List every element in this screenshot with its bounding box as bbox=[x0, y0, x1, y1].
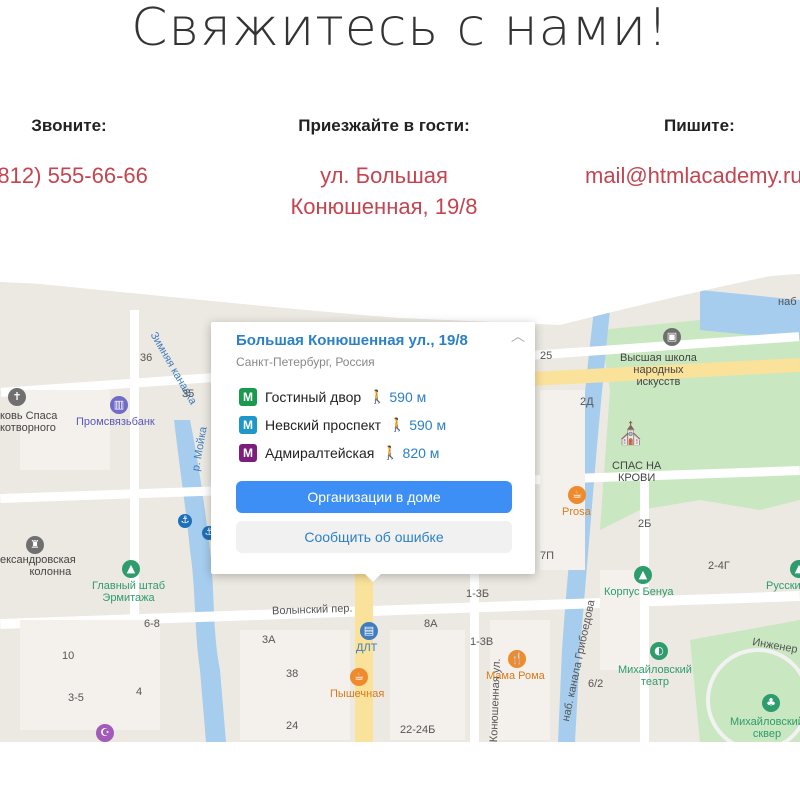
theatre-icon: ◐ bbox=[650, 642, 668, 660]
glavshtab-line-2: Эрмитажа bbox=[102, 592, 155, 604]
map-label-promsvyazbank: Промсвязьбанк bbox=[76, 416, 155, 428]
report-error-button[interactable]: Сообщить об ошибке bbox=[236, 521, 512, 553]
phone-link[interactable]: (812) 555-66-66 bbox=[0, 160, 174, 191]
house-number: 3А bbox=[262, 634, 276, 646]
house-number: 1-3В bbox=[470, 636, 494, 648]
spas-line-1: СПАС НА bbox=[612, 460, 662, 472]
metro-row: М Адмиралтейская 🚶 820 м bbox=[239, 444, 439, 462]
house-number: 8А bbox=[424, 618, 438, 630]
park-icon: ♣ bbox=[762, 694, 780, 712]
address-line-1: ул. Большая bbox=[320, 163, 448, 188]
page-title: Свяжитесь с нами! bbox=[131, 0, 669, 58]
house-number: 22-24Б bbox=[400, 724, 436, 736]
anchor-icon: ⚓ bbox=[178, 514, 192, 528]
metro-icon: М bbox=[239, 388, 257, 406]
organizations-button[interactable]: Организации в доме bbox=[236, 481, 512, 513]
popup-subtitle: Санкт-Петербург, Россия bbox=[236, 355, 375, 369]
museum-icon: ▲ bbox=[634, 566, 652, 584]
address-line-2: Конюшенная, 19/8 bbox=[290, 194, 478, 219]
visit-label: Приезжайте в гости: bbox=[298, 116, 470, 135]
map-label-pyshechnaya: Пышечная bbox=[330, 688, 385, 700]
metro-name: Невский проспект bbox=[265, 417, 382, 433]
church-icon: ✝ bbox=[8, 388, 26, 406]
map-label-church: ковь Спаса котворного bbox=[0, 410, 57, 434]
metro-row: М Гостиный двор 🚶 590 м bbox=[239, 388, 426, 406]
address-link[interactable]: ул. Большая Конюшенная, 19/8 bbox=[274, 160, 494, 222]
house-number: 2-4Г bbox=[708, 560, 730, 572]
house-number: 7П bbox=[540, 550, 555, 562]
religion-icon: ☪ bbox=[96, 724, 114, 742]
house-number: 2Б bbox=[638, 518, 652, 530]
mikh-theatre-line-2: театр bbox=[640, 676, 669, 688]
house-number: 4 bbox=[136, 686, 143, 698]
museum-icon: ▲ bbox=[122, 560, 140, 578]
cafe-icon: ☕ bbox=[350, 668, 368, 686]
column-line-1: ександровская bbox=[0, 554, 76, 566]
bank-icon: ▥ bbox=[110, 396, 128, 414]
church-line-2: котворного bbox=[0, 422, 56, 434]
metro-distance: 590 м bbox=[389, 389, 427, 405]
metro-row: М Невский проспект 🚶 590 м bbox=[239, 416, 446, 434]
mikh-sq-line-1: Михайловский bbox=[730, 716, 800, 728]
map-label-nab: наб bbox=[778, 296, 797, 308]
mikh-sq-line-2: сквер bbox=[752, 728, 782, 740]
walk-icon: 🚶 bbox=[382, 445, 399, 460]
house-number: 6-8 bbox=[144, 618, 160, 630]
map-label-prosa: Prosa bbox=[562, 506, 591, 518]
house-number: 1-3Б bbox=[466, 588, 490, 600]
map-label-spas: СПАС НА КРОВИ bbox=[612, 460, 661, 484]
map-label-russian-museum: Русски bbox=[766, 580, 800, 592]
contact-visit: Приезжайте в гости: ул. Большая Конюшенн… bbox=[274, 116, 494, 222]
house-number: 25 bbox=[540, 350, 553, 362]
spas-line-2: КРОВИ bbox=[617, 472, 656, 484]
metro-icon: М bbox=[239, 444, 257, 462]
metro-distance: 590 м bbox=[409, 417, 447, 433]
map-label-mama-roma: Мама Рома bbox=[486, 670, 545, 682]
house-number: 2Д bbox=[580, 396, 594, 408]
monument-icon: ♜ bbox=[26, 536, 44, 554]
church-domes-icon: ⛪ bbox=[617, 422, 645, 447]
map-label-school: Высшая школа народных искусств bbox=[620, 352, 697, 388]
metro-icon: М bbox=[239, 416, 257, 434]
restaurant-icon: 🍴 bbox=[508, 650, 526, 668]
school-line-2: народных bbox=[633, 364, 684, 376]
mikh-theatre-line-1: Михайловский bbox=[618, 664, 692, 676]
map-label-dlt: ДЛТ bbox=[356, 642, 378, 654]
map-label-glavshtab: Главный штаб Эрмитажа bbox=[92, 580, 165, 604]
chevron-up-icon[interactable]: ︿ bbox=[511, 326, 525, 346]
contact-write: Пишите: mail@htmlacademy.ru bbox=[585, 116, 800, 191]
walk-icon: 🚶 bbox=[369, 389, 386, 404]
map-label-mikh-square: Михайловский сквер bbox=[730, 716, 800, 740]
house-number: 3-5 bbox=[68, 692, 84, 704]
contact-call: Звоните: (812) 555-66-66 bbox=[0, 116, 174, 191]
house-number: 6/2 bbox=[588, 678, 604, 690]
school-line-3: искусств bbox=[636, 376, 681, 388]
metro-name: Адмиралтейская bbox=[265, 445, 375, 461]
house-number: 10 bbox=[62, 650, 75, 662]
house-number: 24 bbox=[286, 720, 299, 732]
column-line-2: колонна bbox=[29, 566, 72, 578]
map-label-korpus-benua: Корпус Бенуа bbox=[604, 586, 674, 598]
metro-name: Гостиный двор bbox=[265, 389, 362, 405]
popup-tail bbox=[364, 573, 382, 582]
popup-title[interactable]: Большая Конюшенная ул., 19/8 bbox=[236, 332, 468, 349]
house-number: 35 bbox=[182, 388, 195, 400]
school-line-1: Высшая школа bbox=[620, 352, 697, 364]
school-icon: ▣ bbox=[663, 328, 681, 346]
write-label: Пишите: bbox=[664, 116, 735, 135]
house-number: 36 bbox=[140, 352, 153, 364]
church-line-1: ковь Спаса bbox=[0, 410, 58, 422]
glavshtab-line-1: Главный штаб bbox=[92, 580, 166, 592]
walk-icon: 🚶 bbox=[389, 417, 406, 432]
map-label-mikh-theatre: Михайловский театр bbox=[618, 664, 692, 688]
house-number: 38 bbox=[286, 668, 299, 680]
metro-distance: 820 м bbox=[402, 445, 440, 461]
email-link[interactable]: mail@htmlacademy.ru bbox=[585, 160, 800, 191]
cafe-icon: ☕ bbox=[568, 486, 586, 504]
call-label: Звоните: bbox=[31, 116, 107, 135]
map-label-column: ександровская колонна bbox=[0, 554, 76, 578]
shop-icon: ▤ bbox=[360, 622, 378, 640]
address-popup: Большая Конюшенная ул., 19/8 Санкт-Петер… bbox=[211, 322, 535, 582]
